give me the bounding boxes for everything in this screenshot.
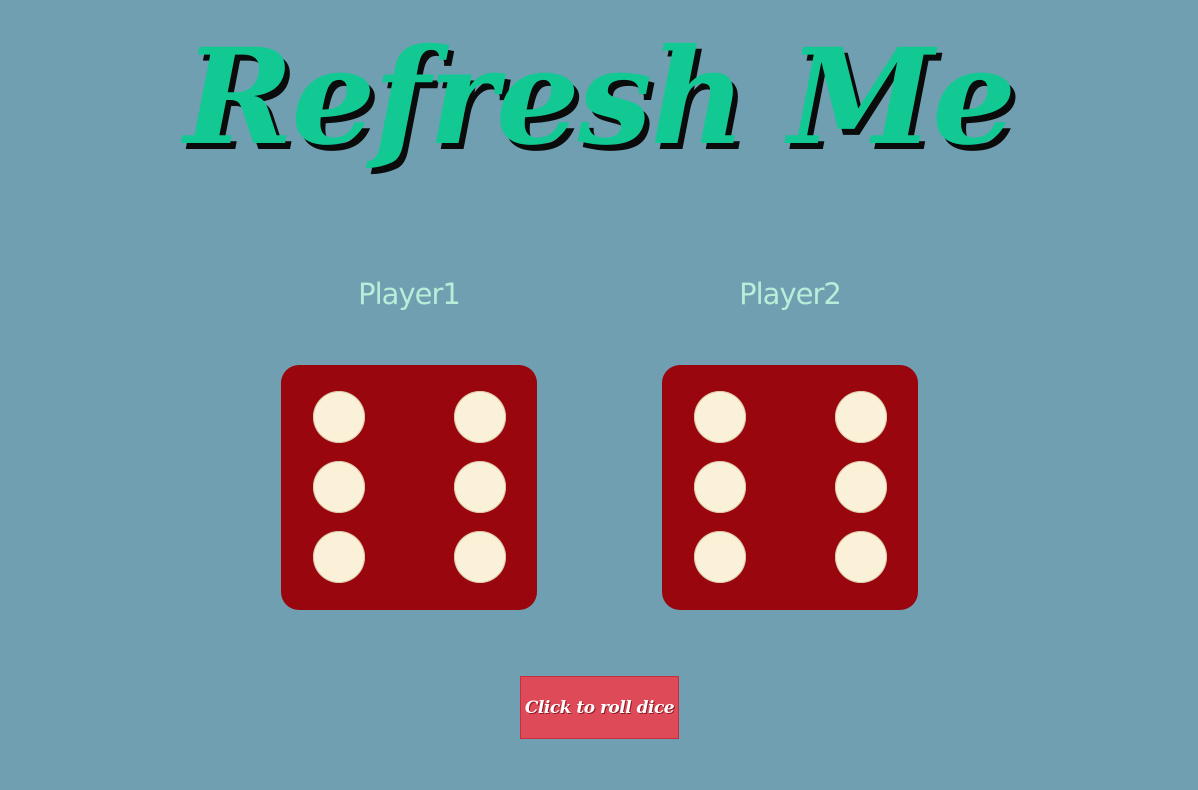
player-2: Player2	[662, 270, 918, 318]
player-2-label: Player2	[739, 277, 842, 311]
die-pip	[454, 531, 506, 583]
die-pip	[694, 531, 746, 583]
player-1-label: Player1	[358, 277, 461, 311]
die-pip	[454, 391, 506, 443]
die-pip	[694, 461, 746, 513]
die-pip	[835, 391, 887, 443]
die-pip	[694, 391, 746, 443]
die-pip	[313, 461, 365, 513]
die-pip	[454, 461, 506, 513]
page-title: Refresh Me	[183, 20, 1016, 175]
player-1: Player1	[281, 270, 537, 318]
die-pip	[313, 531, 365, 583]
die-pip	[835, 461, 887, 513]
roll-dice-button[interactable]: Click to roll dice	[520, 676, 679, 739]
player-2-die	[662, 365, 918, 610]
die-pip	[835, 531, 887, 583]
die-pip	[313, 391, 365, 443]
player-1-die	[281, 365, 537, 610]
